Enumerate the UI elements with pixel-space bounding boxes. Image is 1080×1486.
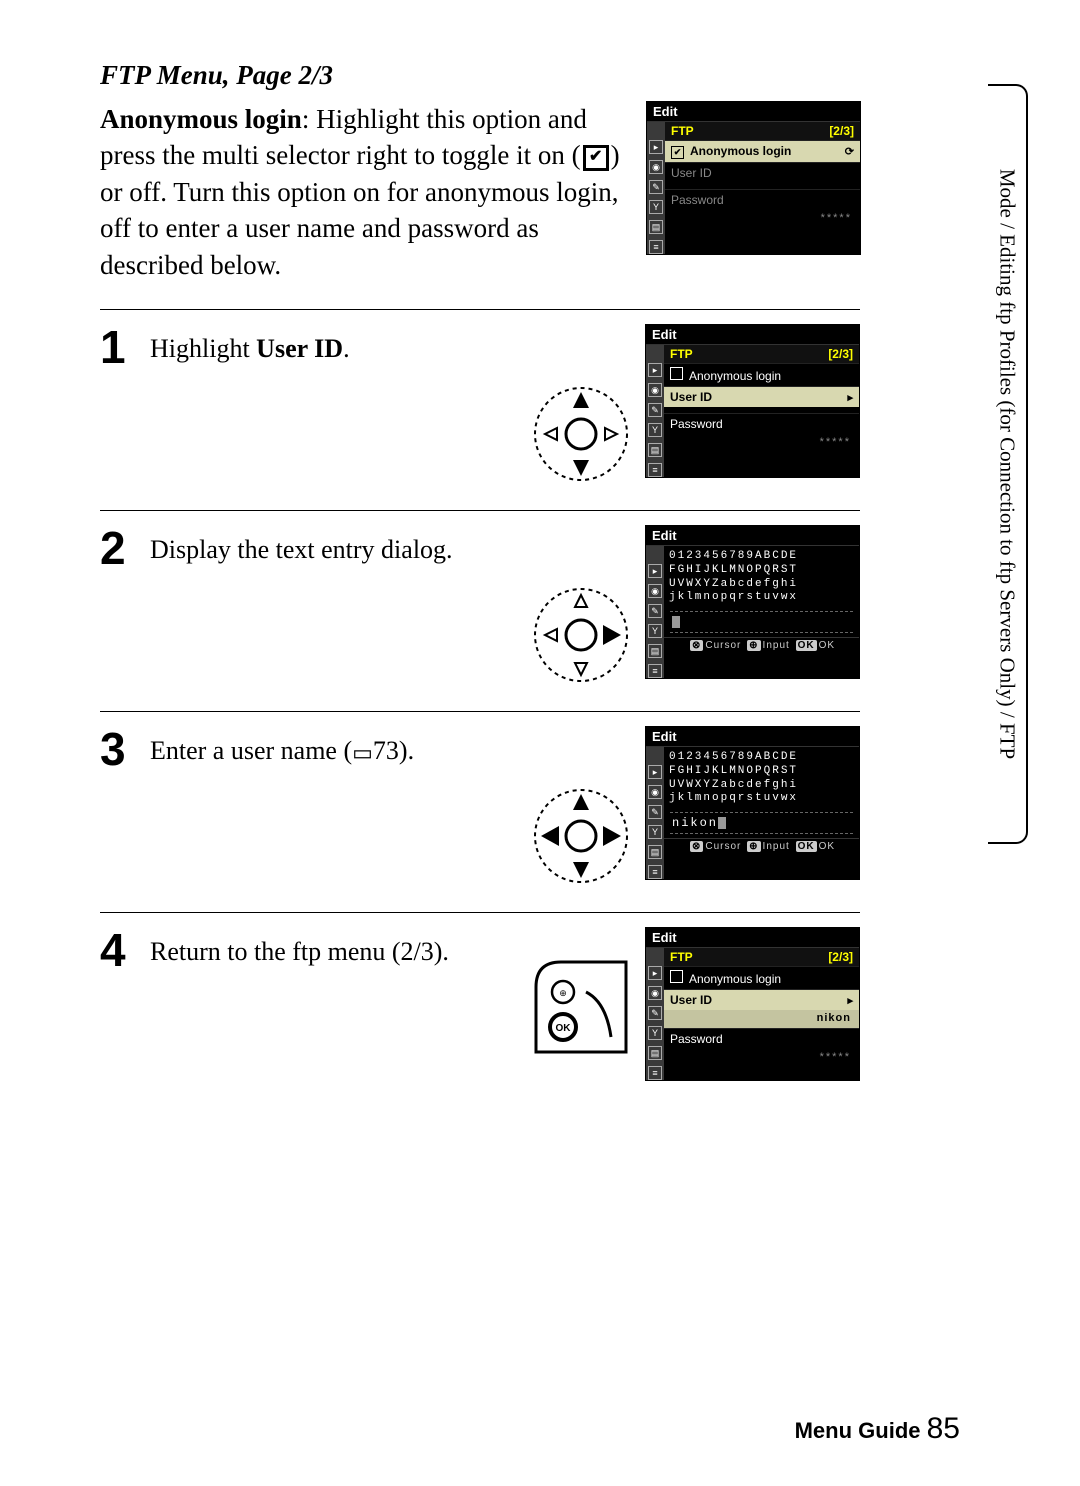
- lcd-anon-on: Edit ▸◉✎Y▤≡ FTP [2/3] Anonymous login⟳ Us…: [646, 101, 861, 255]
- char-grid: 0123456789ABCDE FGHIJKLMNOPQRST UVWXYZab…: [664, 546, 859, 607]
- entry-field: nikon: [670, 812, 853, 834]
- page-content: FTP Menu, Page 2/3 Anonymous login: High…: [100, 60, 960, 1406]
- l: FTP: [670, 347, 693, 361]
- step-1: 1 Highlight User ID.: [100, 324, 860, 484]
- ref: 73: [373, 736, 399, 765]
- f: OK: [819, 640, 835, 651]
- multi-selector-icon: [531, 786, 631, 886]
- intro-text: Anonymous login: Highlight this option a…: [100, 101, 630, 283]
- l: [2/3]: [828, 347, 853, 361]
- step-2: 2 Display the text entry dialog. Edi: [100, 525, 860, 685]
- lcd-row-pass: Password: [665, 189, 860, 210]
- l: Anonymous login: [689, 972, 781, 986]
- l: User ID: [670, 993, 712, 1007]
- lcd-anon-label: Anonymous login: [690, 144, 791, 158]
- lcd-text-entry-nikon: Edit ▸◉✎Y▤≡ 0123456789ABCDE FGHIJKLMNOPQ…: [645, 726, 860, 880]
- step-3: 3 Enter a user name (▭73).: [100, 726, 860, 886]
- row: jklmnopqrstuvwx: [669, 792, 798, 804]
- lcd-ftp: FTP: [671, 124, 694, 138]
- ok-button-icon: ⊕ OK: [531, 957, 631, 1057]
- separator: [100, 510, 860, 511]
- page-footer: Menu Guide 85: [795, 1412, 960, 1446]
- lcd-text-entry-empty: Edit ▸◉✎Y▤≡ 0123456789ABCDE FGHIJKLMNOPQ…: [645, 525, 860, 679]
- footer-page: 85: [927, 1412, 960, 1445]
- t: .: [343, 334, 350, 363]
- f: Cursor: [705, 841, 741, 852]
- multi-selector-right-icon: [531, 585, 631, 685]
- t: ).: [399, 736, 414, 765]
- lcd-row-pass: Password: [664, 413, 859, 434]
- t: Enter a user name (: [150, 736, 352, 765]
- row: UVWXYZabcdefghi: [669, 779, 798, 791]
- row: 0123456789ABCDE: [669, 751, 798, 763]
- lcd-row-anon: Anonymous login: [664, 363, 859, 386]
- step-2-text: Display the text entry dialog.: [150, 525, 531, 565]
- lcd-row-user-hl: User ID▸: [664, 386, 859, 407]
- intro-block: Anonymous login: Highlight this option a…: [100, 101, 960, 283]
- l: *****: [664, 1049, 859, 1067]
- lcd-userid: Edit ▸◉✎Y▤≡ FTP[2/3] Anonymous login Use…: [645, 324, 860, 478]
- lcd-iconcol: ▸◉✎Y▤≡: [647, 122, 665, 254]
- lcd-user-label: User ID: [671, 166, 712, 180]
- separator: [100, 309, 860, 310]
- multi-selector-icon: [531, 384, 631, 484]
- footer-label: Menu Guide: [795, 1418, 921, 1443]
- lcd-foot: ⊗Cursor ⊕Input OKOK: [664, 838, 859, 855]
- l: *****: [664, 434, 859, 452]
- lcd-pass-label: Password: [671, 193, 724, 207]
- step-num: 1: [100, 324, 136, 370]
- step-3-text: Enter a user name (▭73).: [150, 726, 531, 766]
- lcd-edit: Edit: [647, 102, 860, 122]
- f: Input: [763, 841, 790, 852]
- intro-heading: Anonymous login: [100, 104, 302, 134]
- manual-ref-icon: ▭: [352, 740, 373, 766]
- t: Highlight: [150, 334, 256, 363]
- user-id-value: nikon: [664, 1010, 859, 1028]
- row: FGHIJKLMNOPQRST: [669, 564, 798, 576]
- lcd-row-user: User ID: [665, 162, 860, 183]
- lcd-page: [2/3]: [829, 124, 854, 138]
- separator: [100, 711, 860, 712]
- t-bold: User ID: [256, 334, 343, 363]
- l: User ID: [670, 390, 712, 404]
- l: Edit: [646, 727, 859, 747]
- step-num: 3: [100, 726, 136, 772]
- row: FGHIJKLMNOPQRST: [669, 765, 798, 777]
- l: FTP: [670, 950, 693, 964]
- side-tab-text: Mode / Editing ftp Profiles (for Connect…: [995, 169, 1020, 759]
- step-num: 2: [100, 525, 136, 571]
- lcd-row-anon: Anonymous login⟳: [665, 140, 860, 162]
- step-4: 4 Return to the ftp menu (2/3). ⊕ OK E: [100, 927, 860, 1081]
- f: Input: [763, 640, 790, 651]
- char-grid: 0123456789ABCDE FGHIJKLMNOPQRST UVWXYZab…: [664, 747, 859, 808]
- svg-text:OK: OK: [556, 1023, 572, 1034]
- l: Edit: [646, 526, 859, 546]
- lcd-edit: Edit: [646, 325, 859, 345]
- checkbox-icon: ✔: [583, 145, 609, 171]
- step-num: 4: [100, 927, 136, 973]
- l: Password: [670, 417, 723, 431]
- svg-text:⊕: ⊕: [559, 988, 567, 998]
- step-4-text: Return to the ftp menu (2/3).: [150, 927, 531, 967]
- f: OK: [819, 841, 835, 852]
- l: Password: [670, 1032, 723, 1046]
- lcd-final: Edit ▸◉✎Y▤≡ FTP[2/3] Anonymous login Use…: [645, 927, 860, 1081]
- l: Anonymous login: [689, 369, 781, 383]
- row: 0123456789ABCDE: [669, 550, 798, 562]
- lcd-foot: ⊗Cursor ⊕Input OKOK: [664, 637, 859, 654]
- side-tab: Mode / Editing ftp Profiles (for Connect…: [988, 84, 1028, 844]
- entry-field: [670, 611, 853, 633]
- l: [2/3]: [828, 950, 853, 964]
- section-title: FTP Menu, Page 2/3: [100, 60, 960, 91]
- row: UVWXYZabcdefghi: [669, 578, 798, 590]
- f: Cursor: [705, 640, 741, 651]
- row: jklmnopqrstuvwx: [669, 591, 798, 603]
- entry-value: nikon: [672, 816, 718, 830]
- separator: [100, 912, 860, 913]
- l: Edit: [646, 928, 859, 948]
- lcd-pass-mask: *****: [665, 210, 860, 228]
- step-1-text: Highlight User ID.: [150, 324, 531, 364]
